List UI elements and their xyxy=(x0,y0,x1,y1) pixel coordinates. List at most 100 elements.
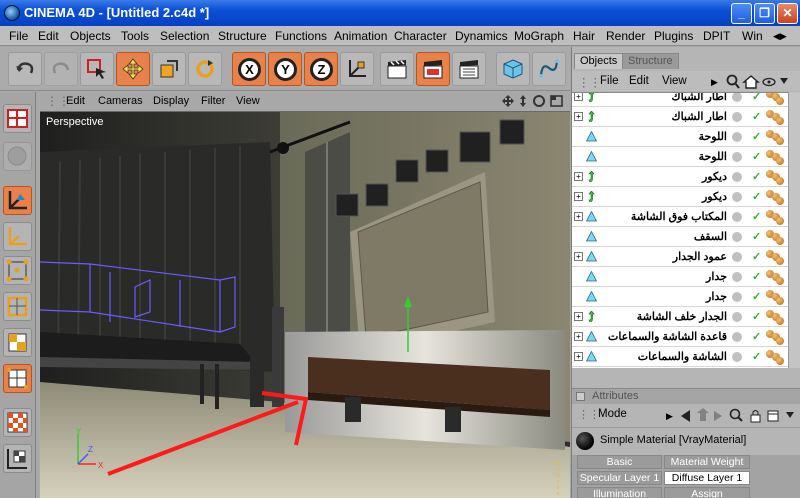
menu-mograph[interactable]: MoGraph xyxy=(514,29,564,43)
menu-tools[interactable]: Tools xyxy=(121,29,149,43)
model-mode-button[interactable] xyxy=(3,186,32,215)
material-tags-icon[interactable] xyxy=(766,230,784,245)
enabled-check-icon[interactable]: ✓ xyxy=(752,190,761,203)
object-name[interactable]: الجدار خلف الشاشة xyxy=(599,310,727,323)
enabled-check-icon[interactable]: ✓ xyxy=(752,110,761,123)
undo-button[interactable] xyxy=(8,52,42,86)
menu-structure[interactable]: Structure xyxy=(218,29,267,43)
expand-toggle[interactable]: + xyxy=(574,332,583,341)
cube-primitive-button[interactable] xyxy=(496,52,530,86)
visibility-dot-icon[interactable] xyxy=(732,172,742,182)
tab-specular-layer-1[interactable]: Specular Layer 1 xyxy=(577,471,662,485)
object-name[interactable]: اللوحة xyxy=(599,150,727,163)
visibility-dot-icon[interactable] xyxy=(732,93,742,102)
expand-toggle[interactable]: + xyxy=(574,312,583,321)
objects-menu-edit[interactable]: Edit xyxy=(629,75,649,87)
object-manager-tools[interactable] xyxy=(725,74,799,90)
object-name[interactable]: جدار xyxy=(599,290,727,303)
tab-assign[interactable]: Assign xyxy=(664,487,750,498)
object-name[interactable]: اللوحة xyxy=(599,130,727,143)
tab-diffuse-layer-1[interactable]: Diffuse Layer 1 xyxy=(664,471,750,485)
x-axis-lock-button[interactable]: X xyxy=(232,52,266,86)
object-row[interactable]: + الجدار خلف الشاشة ✓ xyxy=(572,307,800,327)
attribute-nav-tools[interactable] xyxy=(678,408,800,424)
tab-illumination[interactable]: Illumination xyxy=(577,487,662,498)
material-tags-icon[interactable] xyxy=(766,290,784,305)
material-tags-icon[interactable] xyxy=(766,150,784,165)
expand-toggle[interactable]: + xyxy=(574,172,583,181)
object-name[interactable]: اطار الشباك xyxy=(599,110,728,123)
spline-tool-button[interactable] xyxy=(532,52,566,86)
uv-mode-button[interactable] xyxy=(3,364,32,393)
object-row[interactable]: جدار ✓ xyxy=(572,267,800,287)
object-row[interactable]: + ديكور ✓ xyxy=(572,187,800,207)
redo-button[interactable] xyxy=(44,52,78,86)
menu-window[interactable]: Win xyxy=(742,29,763,43)
polygons-mode-button[interactable] xyxy=(3,328,32,357)
menu-dpit[interactable]: DPIT xyxy=(703,29,730,43)
tab-objects[interactable]: Objects xyxy=(574,53,624,69)
object-row[interactable]: اللوحة ✓ xyxy=(572,147,800,167)
object-list-scrollbar[interactable] xyxy=(788,92,800,368)
checker-texture-button[interactable] xyxy=(3,408,32,437)
enabled-check-icon[interactable]: ✓ xyxy=(752,330,761,343)
visibility-dot-icon[interactable] xyxy=(732,252,742,262)
expand-toggle[interactable]: + xyxy=(574,252,583,261)
perspective-viewport[interactable]: Y X Z Perspective xyxy=(40,111,570,498)
enabled-check-icon[interactable]: ✓ xyxy=(752,170,761,183)
menu-character[interactable]: Character xyxy=(394,29,447,43)
menu-plugins[interactable]: Plugins xyxy=(654,29,693,43)
menu-animation[interactable]: Animation xyxy=(334,29,387,43)
object-name[interactable]: المكتاب فوق الشاشة xyxy=(599,210,727,223)
tab-material-weight[interactable]: Material Weight xyxy=(664,455,750,469)
tab-structure[interactable]: Structure xyxy=(622,53,679,69)
tab-basic[interactable]: Basic xyxy=(577,455,662,469)
object-row[interactable]: جدار ✓ xyxy=(572,287,800,307)
object-name[interactable]: ديكور xyxy=(599,190,727,203)
object-name[interactable]: اطار الشباك xyxy=(599,93,728,103)
live-selection-button[interactable] xyxy=(80,52,114,86)
object-row[interactable]: + ديكور ✓ xyxy=(572,167,800,187)
object-row[interactable]: اللوحة ✓ xyxy=(572,127,800,147)
mode-menu[interactable]: Mode xyxy=(598,408,627,420)
scale-tool-button[interactable] xyxy=(152,52,186,86)
object-row[interactable]: + عمود الجدار ✓ xyxy=(572,247,800,267)
workplane-button[interactable] xyxy=(3,444,32,473)
material-tags-icon[interactable] xyxy=(766,210,784,225)
object-name[interactable]: السقف xyxy=(599,230,727,243)
enabled-check-icon[interactable]: ✓ xyxy=(752,150,761,163)
render-picture-viewer-button[interactable] xyxy=(416,52,450,86)
visibility-dot-icon[interactable] xyxy=(732,232,742,242)
material-tags-icon[interactable] xyxy=(766,270,784,285)
visibility-dot-icon[interactable] xyxy=(732,192,742,202)
material-tags-icon[interactable] xyxy=(766,310,784,325)
enabled-check-icon[interactable]: ✓ xyxy=(752,130,761,143)
expand-toggle[interactable]: + xyxy=(574,112,583,121)
object-row[interactable]: + اطار الشباك ✓ xyxy=(572,107,800,127)
expand-toggle[interactable]: + xyxy=(574,192,583,201)
attributes-toggle-checkbox[interactable] xyxy=(576,392,585,401)
objects-menu-file[interactable]: File xyxy=(600,75,619,87)
minimize-button[interactable]: _ xyxy=(731,3,752,24)
material-tags-icon[interactable] xyxy=(766,350,784,365)
points-mode-button[interactable] xyxy=(3,256,32,285)
object-row[interactable]: + الشاشة والسماعات ✓ xyxy=(572,347,800,367)
menu-objects[interactable]: Objects xyxy=(70,29,111,43)
visibility-dot-icon[interactable] xyxy=(732,272,742,282)
viewport-menu-display[interactable]: Display xyxy=(153,95,189,107)
enabled-check-icon[interactable]: ✓ xyxy=(752,230,761,243)
material-tags-icon[interactable] xyxy=(766,190,784,205)
edges-mode-button[interactable] xyxy=(3,292,32,321)
objects-menu-view[interactable]: View xyxy=(662,75,687,87)
visibility-dot-icon[interactable] xyxy=(732,132,742,142)
viewport-menu-edit[interactable]: Edit xyxy=(66,95,85,107)
coordinate-system-button[interactable] xyxy=(340,52,374,86)
enabled-check-icon[interactable]: ✓ xyxy=(752,270,761,283)
enabled-check-icon[interactable]: ✓ xyxy=(752,310,761,323)
object-name[interactable]: ديكور xyxy=(599,170,727,183)
material-tags-icon[interactable] xyxy=(766,250,784,265)
viewport-layout-button[interactable] xyxy=(3,104,32,133)
move-tool-button[interactable] xyxy=(116,52,150,86)
close-button[interactable]: ✕ xyxy=(777,3,798,24)
restore-button[interactable]: ❐ xyxy=(754,3,775,24)
